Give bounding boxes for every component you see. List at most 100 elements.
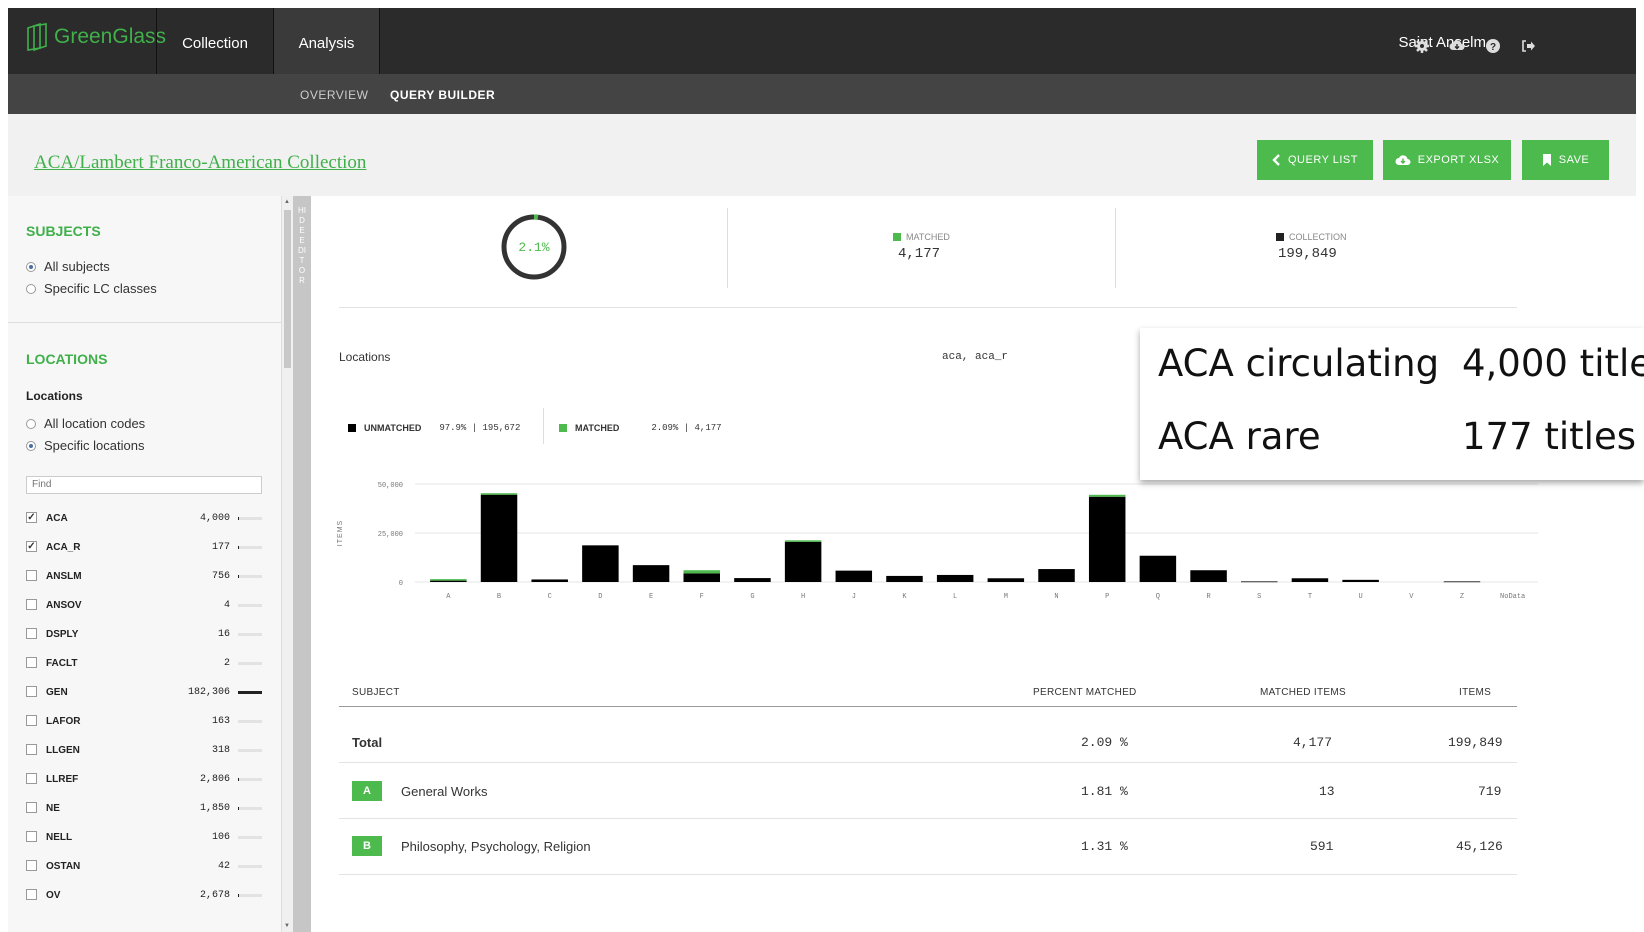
- user-name[interactable]: Saint Anselm: [1398, 34, 1486, 51]
- location-checkbox[interactable]: [26, 715, 37, 726]
- location-item[interactable]: OSTAN 42: [26, 858, 266, 876]
- sign-out-icon[interactable]: [1520, 38, 1536, 54]
- location-item[interactable]: LAFOR 163: [26, 713, 266, 731]
- location-item[interactable]: ✓ ACA 4,000: [26, 510, 266, 528]
- location-item[interactable]: NE 1,850: [26, 800, 266, 818]
- location-checkbox[interactable]: [26, 802, 37, 813]
- location-count: 177: [211, 542, 230, 553]
- radio-specific-lc-classes[interactable]: Specific LC classes: [26, 281, 157, 296]
- export-xlsx-button[interactable]: EXPORT XLSX: [1383, 140, 1511, 180]
- unmatched-swatch: [348, 424, 356, 432]
- location-code: LAFOR: [46, 716, 81, 727]
- location-item[interactable]: OV 2,678: [26, 887, 266, 905]
- legend-unmatched: UNMATCHED 97.9% | 195,672: [348, 423, 520, 433]
- gear-icon[interactable]: [1414, 38, 1430, 54]
- location-item[interactable]: LLREF 2,806: [26, 771, 266, 789]
- location-share-bar: [238, 604, 262, 607]
- app-name: GreenGlass: [54, 25, 167, 48]
- location-checkbox[interactable]: [26, 628, 37, 639]
- table-header-items[interactable]: ITEMS: [1459, 687, 1491, 698]
- bar-unmatched: [632, 565, 670, 582]
- cloud-download-icon[interactable]: [1449, 38, 1465, 54]
- location-count: 1,850: [199, 803, 230, 814]
- x-tick-label: E: [649, 593, 653, 601]
- radio-button[interactable]: [26, 283, 36, 294]
- location-item[interactable]: LLGEN 318: [26, 742, 266, 760]
- location-code: GEN: [46, 687, 68, 698]
- collection-title[interactable]: ACA/Lambert Franco-American Collection: [34, 152, 366, 174]
- hide-editor-toggle[interactable]: HIDE EDITOR: [293, 196, 311, 932]
- matched-swatch: [893, 233, 901, 241]
- radio-all-subjects[interactable]: All subjects: [26, 259, 110, 274]
- location-code: LLGEN: [46, 745, 80, 756]
- radio-all-location-codes[interactable]: All location codes: [26, 416, 145, 431]
- nav-analysis[interactable]: Analysis: [274, 8, 379, 74]
- table-header-percent[interactable]: PERCENT MATCHED: [1033, 687, 1137, 698]
- location-checkbox[interactable]: [26, 599, 37, 610]
- table-header-subject[interactable]: SUBJECT: [352, 687, 400, 698]
- nav-collection[interactable]: Collection: [157, 8, 273, 74]
- location-count: 182,306: [187, 687, 230, 698]
- location-count: 756: [211, 571, 230, 582]
- help-icon[interactable]: ?: [1485, 38, 1501, 54]
- bar-unmatched: [886, 575, 923, 582]
- radio-button[interactable]: [26, 440, 36, 451]
- bar-unmatched: [1291, 578, 1329, 582]
- matched-swatch: [559, 424, 567, 432]
- location-checkbox[interactable]: [26, 831, 37, 842]
- location-checkbox[interactable]: [26, 744, 37, 755]
- location-checkbox[interactable]: [26, 860, 37, 871]
- radio-button[interactable]: [26, 418, 36, 429]
- bar-unmatched: [430, 580, 467, 582]
- location-item[interactable]: DSPLY 16: [26, 626, 266, 644]
- greenglass-logo[interactable]: GreenGlass: [26, 22, 166, 52]
- x-tick-label: J: [852, 593, 856, 601]
- radio-button[interactable]: [26, 261, 36, 272]
- location-code: OV: [46, 890, 61, 901]
- bar-matched: [1088, 494, 1126, 497]
- bar-unmatched: [784, 541, 822, 582]
- location-checkbox[interactable]: [26, 657, 37, 668]
- location-checkbox[interactable]: ✓: [26, 512, 37, 523]
- x-tick-label: N: [1054, 593, 1058, 601]
- location-checkbox[interactable]: [26, 889, 37, 900]
- location-checkbox[interactable]: [26, 773, 37, 784]
- location-item[interactable]: NELL 106: [26, 829, 266, 847]
- scrollbar-thumb[interactable]: [284, 210, 291, 368]
- location-checkbox[interactable]: [26, 686, 37, 697]
- location-share-bar: [238, 575, 262, 578]
- query-list-button[interactable]: QUERY LIST: [1257, 140, 1373, 180]
- location-item[interactable]: FACLT 2: [26, 655, 266, 673]
- location-checkbox[interactable]: [26, 570, 37, 581]
- radio-specific-locations[interactable]: Specific locations: [26, 438, 144, 453]
- analysis-main: 2.1% MATCHED 4,177 COLLECTION 199,849 Lo…: [311, 196, 1636, 932]
- x-tick-label: H: [801, 593, 805, 601]
- location-checkbox[interactable]: ✓: [26, 541, 37, 552]
- table-header-matched[interactable]: MATCHED ITEMS: [1260, 687, 1346, 698]
- top-navbar: GreenGlass Collection Analysis Saint Ans…: [8, 8, 1636, 74]
- bar-unmatched: [683, 573, 720, 582]
- svg-text:?: ?: [1490, 42, 1496, 53]
- location-code: NE: [46, 803, 60, 814]
- location-code: DSPLY: [46, 629, 79, 640]
- save-label: SAVE: [1558, 154, 1590, 166]
- location-share-bar: [238, 749, 262, 752]
- location-item[interactable]: ✓ ACA_R 177: [26, 539, 266, 557]
- bar-unmatched: [1443, 581, 1481, 583]
- matched-stat-value: 4,177: [898, 246, 941, 262]
- collection-label-text: COLLECTION: [1289, 232, 1347, 242]
- location-count: 16: [217, 629, 230, 640]
- subnav-overview[interactable]: OVERVIEW: [300, 88, 368, 102]
- scroll-up-icon[interactable]: ▲: [284, 199, 290, 205]
- location-find-input[interactable]: [26, 476, 262, 494]
- scroll-down-icon[interactable]: ▼: [284, 923, 290, 929]
- save-button[interactable]: SAVE: [1522, 140, 1609, 180]
- location-count: 4: [223, 600, 230, 611]
- location-item[interactable]: ANSLM 756: [26, 568, 266, 586]
- tooltip-label: ACA rare: [1158, 415, 1321, 458]
- location-item[interactable]: ANSOV 4: [26, 597, 266, 615]
- location-item[interactable]: GEN 182,306: [26, 684, 266, 702]
- lc-class-badge: B: [352, 836, 382, 856]
- subnav-query-builder[interactable]: QUERY BUILDER: [390, 88, 495, 102]
- x-tick-label: B: [497, 593, 501, 601]
